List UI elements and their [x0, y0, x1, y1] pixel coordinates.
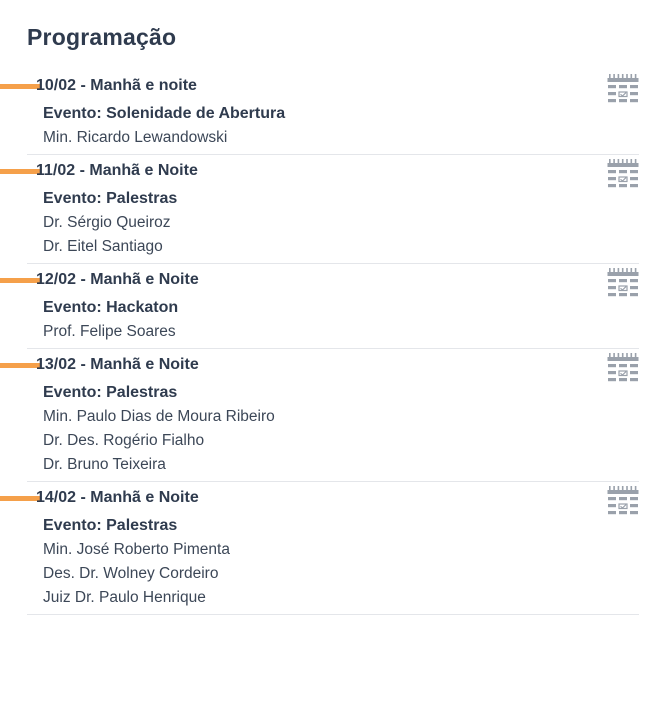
schedule-day: 13/02 - Manhã e Noite Evento: Palestras …: [0, 349, 639, 482]
speaker-name: Dr. Des. Rogério Fialho: [43, 432, 205, 449]
day-date: 12/02 - Manhã e Noite: [36, 271, 199, 288]
schedule-day: 12/02 - Manhã e Noite Evento: Hackaton P…: [0, 264, 639, 349]
speaker-name: Dr. Eitel Santiago: [43, 238, 163, 255]
event-title: Evento: Hackaton: [43, 299, 179, 316]
speaker-name: Prof. Felipe Soares: [43, 323, 176, 340]
day-accent-bar: [0, 278, 40, 283]
speaker-name: Min. Paulo Dias de Moura Ribeiro: [43, 408, 275, 425]
page-title: Programação: [27, 24, 177, 50]
day-accent-bar: [0, 84, 40, 89]
day-date: 14/02 - Manhã e Noite: [36, 489, 199, 506]
speaker-name: Des. Dr. Wolney Cordeiro: [43, 565, 219, 582]
speaker-name: Juiz Dr. Paulo Henrique: [43, 589, 206, 606]
calendar-icon[interactable]: [607, 353, 639, 383]
speaker-name: Min. Ricardo Lewandowski: [43, 129, 228, 146]
calendar-icon[interactable]: [607, 268, 639, 298]
calendar-icon[interactable]: [607, 486, 639, 516]
day-accent-bar: [0, 496, 40, 501]
day-accent-bar: [0, 363, 40, 368]
day-accent-bar: [0, 169, 40, 174]
schedule-day: 10/02 - Manhã e noite Evento: Solenidade…: [0, 70, 639, 155]
schedule-day: 14/02 - Manhã e Noite Evento: Palestras …: [0, 482, 639, 615]
day-date: 13/02 - Manhã e Noite: [36, 356, 199, 373]
event-title: Evento: Palestras: [43, 517, 178, 534]
speaker-name: Min. José Roberto Pimenta: [43, 541, 230, 558]
calendar-icon[interactable]: [607, 159, 639, 189]
event-title: Evento: Palestras: [43, 384, 178, 401]
event-title: Evento: Solenidade de Abertura: [43, 105, 286, 122]
schedule-day: 11/02 - Manhã e Noite Evento: Palestras …: [0, 155, 639, 264]
schedule-list: 10/02 - Manhã e noite Evento: Solenidade…: [0, 70, 662, 615]
speaker-name: Dr. Bruno Teixeira: [43, 456, 166, 473]
speaker-name: Dr. Sérgio Queiroz: [43, 214, 171, 231]
event-title: Evento: Palestras: [43, 190, 178, 207]
day-date: 11/02 - Manhã e Noite: [36, 162, 198, 179]
calendar-icon[interactable]: [607, 74, 639, 104]
day-date: 10/02 - Manhã e noite: [36, 77, 197, 94]
